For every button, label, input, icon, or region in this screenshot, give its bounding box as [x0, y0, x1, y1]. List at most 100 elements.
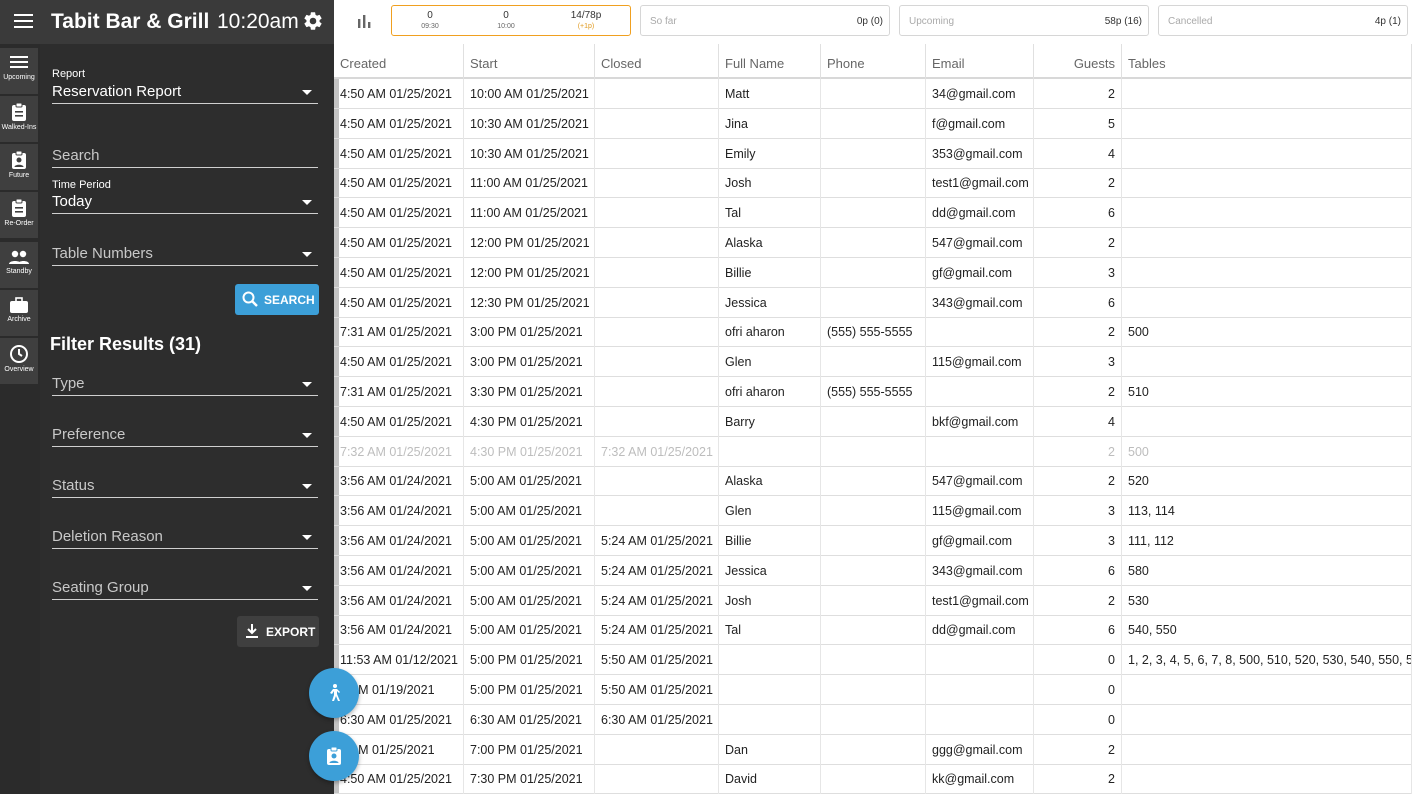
cell-tables [1122, 764, 1412, 794]
table-row[interactable]: 4:50 AM 01/25/2021 10:00 AM 01/25/2021 Mat… [334, 79, 1412, 109]
table-row[interactable]: 4:50 AM 01/25/2021 11:00 AM 01/25/2021 Jos… [334, 168, 1412, 199]
column-header-tables[interactable]: Tables [1122, 44, 1412, 79]
cell-email: 353@gmail.com [926, 138, 1034, 169]
cell-email: test1@gmail.com [926, 168, 1034, 199]
rail-archive[interactable]: Archive [0, 290, 38, 336]
cell-guests: 6 [1034, 615, 1122, 646]
cell-created: 4:50 AM 01/25/2021 [334, 138, 464, 169]
new-reservation-button[interactable] [309, 731, 359, 781]
table-row[interactable]: 3:56 AM 01/24/2021 5:00 AM 01/25/2021 5:24… [334, 615, 1412, 646]
table-row[interactable]: 6:30 AM 01/25/2021 6:30 AM 01/25/2021 6:30… [334, 704, 1412, 735]
column-header-guests[interactable]: Guests [1034, 44, 1122, 79]
cell-full-name: David [719, 764, 821, 794]
cell-created: 4:50 AM 01/25/2021 [334, 108, 464, 139]
column-header-full-name[interactable]: Full Name [719, 44, 821, 79]
search-button[interactable]: SEARCH [235, 284, 319, 315]
table-row[interactable]: 3:56 AM 01/24/2021 5:00 AM 01/25/2021 Glen… [334, 496, 1412, 527]
table-row[interactable]: 4:50 AM 01/25/2021 12:00 PM 01/25/2021 Ala… [334, 228, 1412, 258]
preference-select[interactable]: Preference [52, 425, 318, 447]
table-row[interactable]: 4:50 AM 01/25/2021 11:00 AM 01/25/2021 Tal… [334, 198, 1412, 229]
column-header-created[interactable]: Created [334, 44, 464, 79]
rail-future[interactable]: Future [0, 144, 38, 190]
table-row[interactable]: 9 AM 01/19/2021 5:00 PM 01/25/2021 5:50 AM… [334, 675, 1412, 705]
column-header-closed[interactable]: Closed [595, 44, 719, 79]
seating-group-select[interactable]: Seating Group [52, 578, 318, 600]
rail-upcoming[interactable]: Upcoming [0, 48, 38, 94]
hourly-summary[interactable]: 0 09:30 0 10:00 14/78p (+1p) [391, 5, 631, 36]
rail-re-order[interactable]: Re-Order [0, 192, 38, 238]
bar-chart-icon[interactable] [356, 13, 372, 29]
table-row[interactable]: 4:50 AM 01/25/2021 12:00 PM 01/25/2021 Bil… [334, 257, 1412, 288]
cell-start: 5:00 AM 01/25/2021 [464, 496, 595, 527]
rail-label: Archive [7, 316, 31, 323]
column-header-email[interactable]: Email [926, 44, 1034, 79]
cell-start: 12:30 PM 01/25/2021 [464, 287, 595, 318]
cell-full-name [719, 675, 821, 705]
cell-guests: 4 [1034, 406, 1122, 437]
walk-in-icon [330, 684, 340, 701]
rail-overview[interactable]: Overview [0, 338, 38, 384]
search-input[interactable]: Search [52, 146, 318, 168]
column-header-start[interactable]: Start [464, 44, 595, 79]
table-row[interactable]: 11:53 AM 01/12/2021 5:00 PM 01/25/2021 5:5… [334, 645, 1412, 676]
cell-tables: 500 [1122, 436, 1412, 467]
cell-start: 7:00 PM 01/25/2021 [464, 734, 595, 765]
rail-label: Upcoming [3, 74, 35, 81]
hamburger-icon[interactable] [14, 14, 33, 29]
table-row[interactable]: 3:56 AM 01/24/2021 5:00 AM 01/25/2021 Alas… [334, 466, 1412, 497]
table-row[interactable]: 7:32 AM 01/25/2021 4:30 PM 01/25/2021 7:32… [334, 436, 1412, 467]
cell-created: 4:50 AM 01/25/2021 [334, 287, 464, 318]
type-select[interactable]: Type [52, 374, 318, 396]
cell-email: gf@gmail.com [926, 257, 1034, 288]
cell-start: 10:30 AM 01/25/2021 [464, 108, 595, 139]
deletion-reason-select[interactable]: Deletion Reason [52, 527, 318, 549]
cell-phone [821, 228, 926, 258]
cell-full-name: Jessica [719, 555, 821, 586]
hour-value: 0 [503, 10, 509, 21]
report-select[interactable]: Reservation Report [52, 82, 318, 104]
so-far-stat[interactable]: So far 0p (0) [640, 5, 890, 36]
rail-walked-ins[interactable]: Walked-Ins [0, 96, 38, 142]
status-select[interactable]: Status [52, 476, 318, 498]
export-button[interactable]: EXPORT [237, 616, 319, 647]
cell-guests: 0 [1034, 704, 1122, 735]
contact-card-icon [12, 150, 26, 169]
gear-icon[interactable] [302, 10, 324, 32]
upcoming-stat[interactable]: Upcoming 58p (16) [899, 5, 1149, 36]
hour-time: 09:30 [421, 23, 439, 30]
cell-closed [595, 198, 719, 229]
cancelled-stat[interactable]: Cancelled 4p (1) [1158, 5, 1408, 36]
table-row[interactable]: 4:50 AM 01/25/2021 4:30 PM 01/25/2021 Barr… [334, 406, 1412, 437]
seating-group-placeholder: Seating Group [52, 579, 149, 596]
table-numbers-select[interactable]: Table Numbers [52, 244, 318, 266]
cell-closed [595, 108, 719, 139]
table-row[interactable]: 4:50 AM 01/25/2021 3:00 PM 01/25/2021 Glen… [334, 347, 1412, 378]
time-period-select[interactable]: Today [52, 192, 318, 214]
rail-standby[interactable]: Standby [0, 242, 38, 288]
cell-phone: (555) 555-5555 [821, 317, 926, 348]
table-row[interactable]: 4:50 AM 01/25/2021 10:30 AM 01/25/2021 Emi… [334, 138, 1412, 169]
walk-in-button[interactable] [309, 668, 359, 718]
column-header-phone[interactable]: Phone [821, 44, 926, 79]
table-row[interactable]: 3:56 AM 01/24/2021 5:00 AM 01/25/2021 5:24… [334, 585, 1412, 616]
table-row[interactable]: 7:31 AM 01/25/2021 3:30 PM 01/25/2021 ofri… [334, 377, 1412, 407]
clipboard-icon [12, 102, 26, 121]
cell-created: 4:50 AM 01/25/2021 [334, 79, 464, 109]
cell-tables [1122, 257, 1412, 288]
cell-email: 115@gmail.com [926, 496, 1034, 527]
cell-closed: 7:32 AM 01/25/2021 [595, 436, 719, 467]
cell-phone [821, 347, 926, 378]
cell-start: 5:00 AM 01/25/2021 [464, 615, 595, 646]
table-row[interactable]: 0 AM 01/25/2021 7:00 PM 01/25/2021 Dan ggg@… [334, 734, 1412, 765]
table-row[interactable]: 3:56 AM 01/24/2021 5:00 AM 01/25/2021 5:24… [334, 555, 1412, 586]
cell-tables: 510 [1122, 377, 1412, 407]
cell-tables [1122, 228, 1412, 258]
table-row[interactable]: 7:31 AM 01/25/2021 3:00 PM 01/25/2021 ofri… [334, 317, 1412, 348]
table-row[interactable]: 4:50 AM 01/25/2021 10:30 AM 01/25/2021 Jin… [334, 108, 1412, 139]
table-row[interactable]: 4:50 AM 01/25/2021 12:30 PM 01/25/2021 Jes… [334, 287, 1412, 318]
cell-created: 7:31 AM 01/25/2021 [334, 317, 464, 348]
table-row[interactable]: 4:50 AM 01/25/2021 7:30 PM 01/25/2021 Davi… [334, 764, 1412, 794]
table-row[interactable]: 3:56 AM 01/24/2021 5:00 AM 01/25/2021 5:24… [334, 526, 1412, 556]
cell-email [926, 704, 1034, 735]
cell-guests: 2 [1034, 79, 1122, 109]
